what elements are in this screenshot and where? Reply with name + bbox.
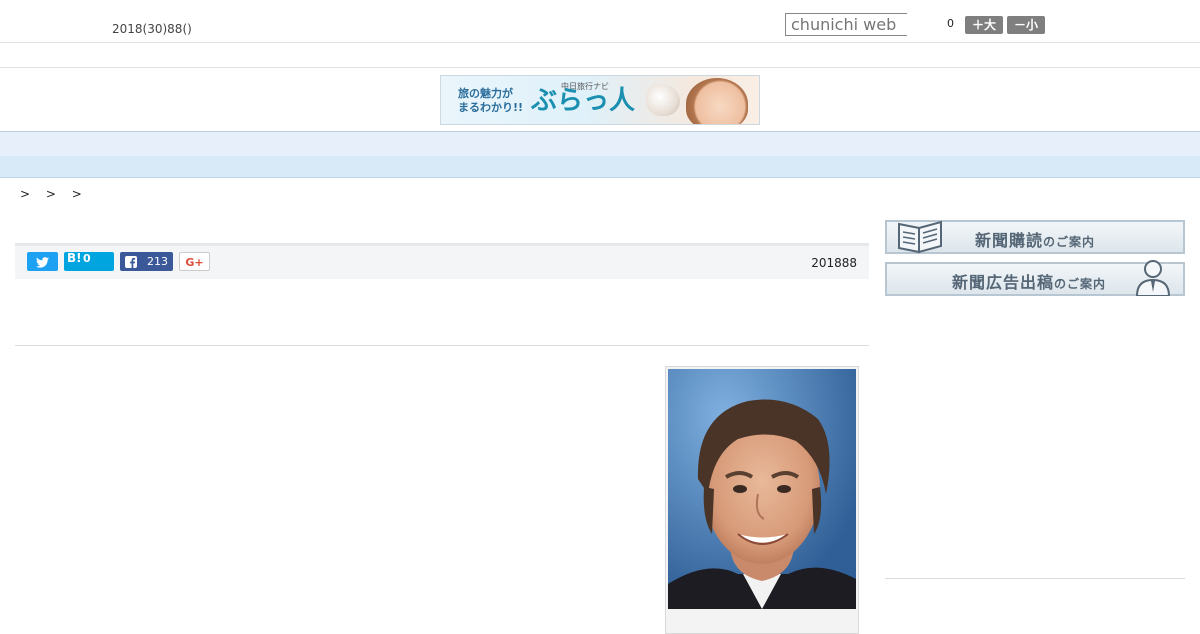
font-size-indicator: 0 bbox=[947, 17, 954, 30]
google-plus-share-button[interactable]: G+ bbox=[179, 252, 210, 271]
facebook-count: 213 bbox=[147, 255, 168, 268]
sidebar-divider bbox=[885, 578, 1185, 579]
travel-ad-banner[interactable]: 旅の魅力が まるわかり!! 中日旅行ナビ ぶらっ人 bbox=[440, 75, 760, 125]
twitter-share-button[interactable] bbox=[27, 252, 58, 271]
facebook-icon bbox=[125, 256, 137, 268]
banner-model-image bbox=[686, 78, 748, 124]
hatena-count: 0 bbox=[83, 252, 91, 265]
banner-logo: ぶらっ人 bbox=[531, 86, 636, 116]
seashell-image bbox=[646, 84, 680, 116]
share-bar: B! 0 213 G+ 201888 bbox=[15, 243, 869, 279]
header-date: 2018(30)88() bbox=[112, 22, 192, 36]
twitter-bird-icon bbox=[36, 256, 49, 268]
hatena-icon: B! bbox=[67, 251, 82, 265]
article-divider bbox=[15, 345, 869, 346]
portrait-image bbox=[668, 369, 856, 609]
newspaper-subscription-banner[interactable]: 新聞購読のご案内 bbox=[885, 220, 1185, 254]
article-published-date: 201888 bbox=[811, 256, 857, 270]
sub-nav bbox=[0, 156, 1200, 178]
article-photo-frame bbox=[665, 366, 859, 634]
font-size-up-button[interactable]: ＋大 bbox=[965, 16, 1003, 34]
ad-placement-label: 新聞広告出稿のご案内 bbox=[952, 273, 1107, 292]
header-divider bbox=[0, 42, 1200, 43]
main-nav bbox=[0, 131, 1200, 157]
banner-copy: 旅の魅力が まるわかり!! bbox=[458, 87, 524, 114]
subscription-label: 新聞購読のご案内 bbox=[975, 231, 1096, 250]
open-book-icon bbox=[898, 220, 942, 254]
header-divider-lower bbox=[0, 67, 1200, 68]
businessman-icon bbox=[1135, 260, 1171, 296]
search-input[interactable] bbox=[785, 13, 907, 36]
facebook-share-button[interactable]: 213 bbox=[120, 252, 173, 271]
hatena-bookmark-button[interactable]: B! 0 bbox=[64, 251, 114, 271]
article-photo[interactable] bbox=[668, 369, 856, 609]
newspaper-ad-placement-banner[interactable]: 新聞広告出稿のご案内 bbox=[885, 260, 1185, 296]
breadcrumb[interactable]: > > > bbox=[20, 187, 88, 201]
font-size-down-button[interactable]: －小 bbox=[1007, 16, 1045, 34]
